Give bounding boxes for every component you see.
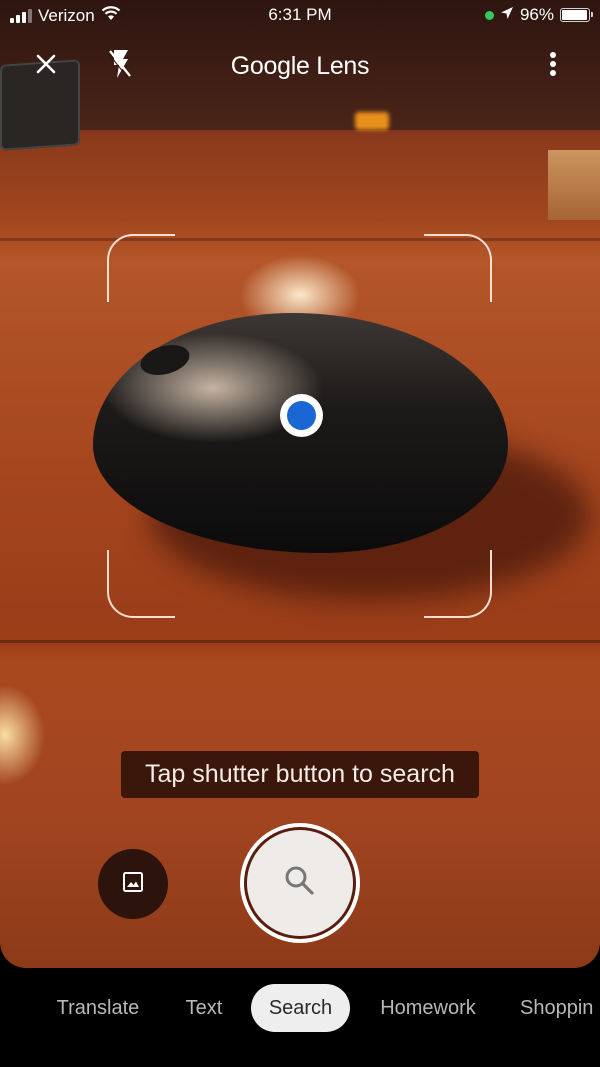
viewfinder-corner-top-left [107,234,175,302]
camera-in-use-dot-icon [484,10,494,20]
tab-search[interactable]: Search [251,984,350,1032]
viewfinder-corner-top-right [424,234,492,302]
battery-percent: 96% [519,5,554,24]
mode-selector: Translate Text Search Homework Shoppin [0,984,600,1034]
focus-point-dot [287,401,316,430]
table-seam [0,640,600,643]
google-lens-screen: Tap shutter button to search Verizon 6:3… [0,0,600,1067]
tab-homework[interactable]: Homework [370,984,486,1032]
viewfinder-corner-bottom-left [107,550,175,618]
more-options-button[interactable] [531,44,575,88]
tab-shopping[interactable]: Shoppin [520,984,600,1032]
shutter-ring [244,827,356,939]
more-vert-icon [549,51,557,82]
image-icon [122,871,144,898]
viewfinder-corner-bottom-right [424,550,492,618]
location-arrow-icon [500,5,514,25]
app-title: Google Lens [230,52,370,80]
app-bar: Google Lens [0,44,600,88]
gallery-button[interactable] [98,849,168,919]
status-bar: Verizon 6:31 PM 96% [0,0,600,32]
shutter-button[interactable] [240,823,360,943]
search-icon [282,863,318,904]
tab-text[interactable]: Text [172,984,236,1032]
tab-translate[interactable]: Translate [48,984,148,1032]
hint-tooltip: Tap shutter button to search [121,751,479,798]
lamp-light [355,112,389,130]
focus-point[interactable] [280,394,323,437]
battery-icon [560,8,593,22]
table-seam [0,238,600,241]
background-glare [548,150,600,220]
shutter-face [247,830,353,936]
camera-viewfinder[interactable]: Tap shutter button to search [0,0,600,968]
